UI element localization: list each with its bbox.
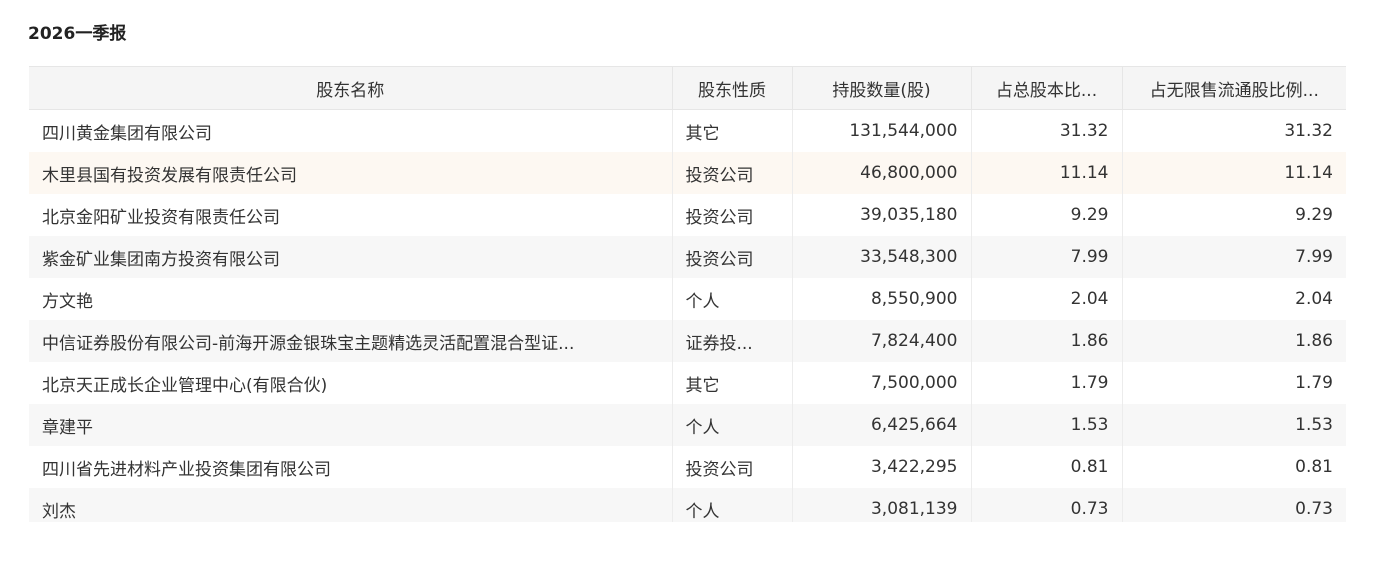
cell-shares-held: 39,035,180 [792,194,972,236]
cell-total-share-ratio: 0.73 [971,488,1123,522]
header-shares-held[interactable]: 持股数量(股) [792,66,972,110]
cell-shareholder-type: 个人 [672,278,793,320]
cell-total-share-ratio: 1.79 [971,362,1123,404]
cell-total-share-ratio: 9.29 [971,194,1123,236]
cell-float-share-ratio: 0.73 [1122,488,1346,522]
table-row[interactable]: 章建平 个人 6,425,664 1.53 1.53 [29,404,1346,446]
cell-total-share-ratio: 7.99 [971,236,1123,278]
cell-total-share-ratio: 0.81 [971,446,1123,488]
cell-total-share-ratio: 31.32 [971,109,1123,152]
table-row[interactable]: 刘杰 个人 3,081,139 0.73 0.73 [29,488,1346,522]
header-shareholder-name[interactable]: 股东名称 [29,66,673,110]
cell-shares-held: 7,500,000 [792,362,972,404]
cell-shareholder-type: 投资公司 [672,236,793,278]
cell-total-share-ratio: 1.86 [971,320,1123,362]
cell-total-share-ratio: 2.04 [971,278,1123,320]
cell-float-share-ratio: 0.81 [1295,457,1333,477]
cell-shares-held: 3,081,139 [792,488,972,522]
cell-float-share-ratio: 7.99 [1122,236,1346,278]
cell-float-share-ratio: 9.29 [1295,205,1333,225]
table-header-row: 股东名称 股东性质 持股数量(股) 占总股本比... 占无限售流通股比例... [29,66,1346,110]
cell-shareholder-name: 中信证券股份有限公司-前海开源金银珠宝主题精选灵活配置混合型证... [29,320,673,362]
cell-float-share-ratio: 1.79 [1295,373,1333,393]
cell-shares-held: 46,800,000 [792,152,972,194]
shareholder-table: 股东名称 股东性质 持股数量(股) 占总股本比... 占无限售流通股比例... … [29,66,1346,522]
cell-shares-held: 131,544,000 [792,109,972,152]
cell-float-share-ratio: 11.14 [1122,152,1346,194]
table-row[interactable]: 四川黄金集团有限公司 其它 131,544,000 31.32 31.32 [29,109,1346,152]
cell-shares-held: 6,425,664 [792,404,972,446]
cell-shareholder-type: 个人 [672,404,793,446]
cell-shareholder-name: 木里县国有投资发展有限责任公司 [29,152,673,194]
cell-shareholder-name: 北京金阳矿业投资有限责任公司 [29,194,673,236]
cell-shareholder-name: 方文艳 [29,278,673,320]
table-row[interactable]: 北京天正成长企业管理中心(有限合伙) 其它 7,500,000 1.79 1.7… [29,362,1346,404]
cell-total-share-ratio: 1.53 [971,404,1123,446]
table-row[interactable]: 紫金矿业集团南方投资有限公司 投资公司 33,548,300 7.99 7.99 [29,236,1346,278]
cell-float-share-ratio: 1.53 [1122,404,1346,446]
cell-shareholder-type: 投资公司 [672,446,793,488]
cell-shareholder-type: 证券投... [672,320,793,362]
cell-shareholder-name: 章建平 [29,404,673,446]
table-row[interactable]: 中信证券股份有限公司-前海开源金银珠宝主题精选灵活配置混合型证... 证券投..… [29,320,1346,362]
table-row[interactable]: 木里县国有投资发展有限责任公司 投资公司 46,800,000 11.14 11… [29,152,1346,194]
cell-float-share-ratio: 1.86 [1122,320,1346,362]
cell-shares-held: 33,548,300 [792,236,972,278]
table-row[interactable]: 四川省先进材料产业投资集团有限公司 投资公司 3,422,295 0.81 0.… [29,446,1346,488]
cell-shareholder-name: 刘杰 [29,488,673,522]
cell-float-share-ratio: 31.32 [1284,121,1333,141]
cell-shareholder-type: 个人 [672,488,793,522]
cell-shares-held: 3,422,295 [792,446,972,488]
cell-float-share-ratio: 2.04 [1295,289,1333,309]
cell-shareholder-name: 紫金矿业集团南方投资有限公司 [29,236,673,278]
header-float-share-ratio[interactable]: 占无限售流通股比例... [1122,66,1346,110]
table-row[interactable]: 北京金阳矿业投资有限责任公司 投资公司 39,035,180 9.29 9.29 [29,194,1346,236]
shareholder-table-container: 股东名称 股东性质 持股数量(股) 占总股本比... 占无限售流通股比例... … [29,66,1346,522]
table-row[interactable]: 方文艳 个人 8,550,900 2.04 2.04 [29,278,1346,320]
cell-shareholder-type: 投资公司 [672,194,793,236]
cell-shareholder-name: 四川黄金集团有限公司 [29,109,673,152]
report-period-title: 2026一季报 [28,24,127,44]
cell-shareholder-type: 其它 [672,362,793,404]
cell-shareholder-name: 北京天正成长企业管理中心(有限合伙) [29,362,673,404]
cell-shareholder-type: 投资公司 [672,152,793,194]
cell-shares-held: 8,550,900 [792,278,972,320]
header-total-share-ratio[interactable]: 占总股本比... [971,66,1123,110]
cell-total-share-ratio: 11.14 [971,152,1123,194]
cell-shares-held: 7,824,400 [792,320,972,362]
header-shareholder-type[interactable]: 股东性质 [672,66,793,110]
cell-shareholder-type: 其它 [672,109,793,152]
cell-shareholder-name: 四川省先进材料产业投资集团有限公司 [29,446,673,488]
